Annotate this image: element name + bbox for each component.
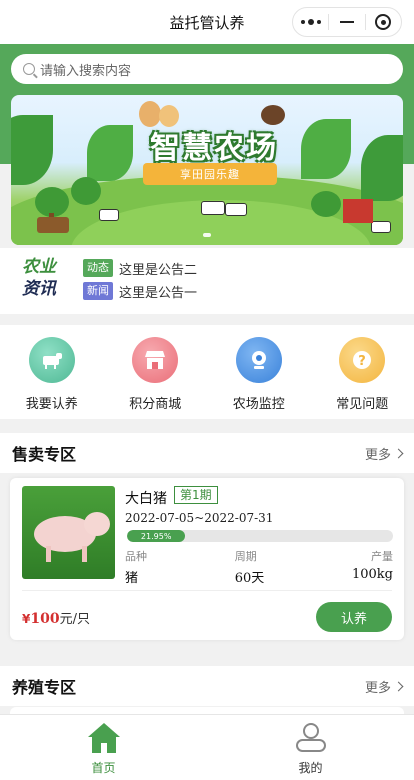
pig-illustration (84, 512, 110, 536)
spec-key: 周期 (234, 550, 257, 563)
product-price: ¥100元/只 (22, 608, 90, 627)
menu-item-adopt[interactable]: 我要认养 (0, 325, 104, 419)
breed-section-header: 养殖专区 更多 (0, 666, 414, 706)
minimize-icon[interactable] (329, 8, 364, 36)
cart-decoration (37, 217, 69, 233)
shop-icon (132, 337, 179, 383)
news-item[interactable]: 新闻 这里是公告一 (83, 281, 197, 301)
price-value: 100 (30, 611, 60, 627)
cow-icon (28, 337, 75, 383)
banner-ribbon: 享田园乐趣 (143, 163, 277, 185)
spec-breed: 品种 猪 (125, 548, 147, 586)
menu-item-label: 积分商城 (129, 397, 182, 412)
question-icon: ? (339, 337, 386, 383)
adopt-button[interactable]: 认养 (316, 602, 392, 632)
page-title: 益托管认养 (169, 13, 245, 32)
banner-carousel[interactable]: 智慧农场 享田园乐趣 (11, 95, 403, 245)
menu-item-faq[interactable]: ? 常见问题 (311, 325, 414, 419)
banner-indicator (203, 233, 211, 237)
navigation-bar: 益托管认养 (0, 0, 414, 44)
more-link[interactable]: 更多 (364, 444, 404, 463)
target-close-icon[interactable] (366, 8, 401, 36)
menu-item-monitor[interactable]: 农场监控 (207, 325, 311, 419)
tree-decoration (71, 177, 101, 205)
home-icon (87, 723, 120, 753)
leaf-decoration (11, 115, 53, 185)
product-date-range: 2022-07-05~2022-07-31 (125, 511, 274, 525)
news-logo: 农业 资讯 (22, 256, 70, 300)
progress-fill: 21.95% (127, 530, 186, 542)
more-dots-icon[interactable] (293, 8, 328, 36)
news-text: 这里是公告二 (119, 262, 198, 278)
pig-illustration (46, 546, 51, 562)
news-logo-line1: 农业 (22, 257, 56, 277)
mini-program-capsule (292, 7, 402, 37)
barn-decoration (343, 199, 373, 223)
leaf-decoration (301, 119, 351, 179)
more-label: 更多 (364, 680, 391, 696)
banner-ribbon-text: 享田园乐趣 (180, 168, 240, 181)
news-text: 这里是公告一 (119, 285, 198, 301)
menu-item-label: 我要认养 (25, 397, 78, 412)
news-item[interactable]: 动态 这里是公告二 (83, 258, 197, 278)
menu-item-label: 农场监控 (232, 397, 285, 412)
svg-text:?: ? (358, 354, 366, 369)
news-tag: 动态 (83, 259, 113, 277)
product-name: 大白猪 (125, 491, 167, 507)
tab-bar: 首页 我的 (0, 714, 414, 780)
banner-headline: 智慧农场 (150, 131, 278, 166)
cow-decoration (371, 221, 391, 233)
search-input[interactable]: 请输入搜索内容 (11, 54, 403, 84)
cow-decoration (225, 203, 247, 216)
spec-cycle: 周期 60天 (235, 548, 265, 586)
tab-home[interactable]: 首页 (0, 715, 207, 780)
tab-profile[interactable]: 我的 (207, 715, 414, 780)
camera-icon (235, 337, 282, 383)
chevron-right-icon (393, 681, 404, 691)
quick-menu: 我要认养 积分商城 农场监控 ? 常见问题 (0, 325, 414, 419)
price-unit: 元/只 (59, 612, 90, 627)
chevron-right-icon (393, 448, 404, 458)
menu-item-label: 常见问题 (336, 397, 389, 412)
more-link[interactable]: 更多 (364, 677, 404, 696)
tab-label: 首页 (91, 761, 116, 775)
news-ticker: 农业 资讯 动态 这里是公告二 新闻 这里是公告一 (0, 248, 414, 314)
spec-value: 100kg (351, 567, 393, 582)
news-tag: 新闻 (83, 282, 113, 300)
section-title: 售卖专区 (12, 445, 77, 464)
spec-yield: 产量 100kg (352, 548, 393, 586)
spec-key: 品种 (125, 550, 147, 563)
cow-decoration (201, 201, 225, 215)
card-divider (22, 590, 392, 591)
app-page: 益托管认养 请输入搜索内容 智慧农场 享田园乐趣 农业 资讯 动态 这里是公告二… (0, 0, 414, 780)
more-label: 更多 (364, 447, 391, 463)
news-logo-line2: 资讯 (22, 279, 56, 299)
progress-label: 21.95% (140, 531, 172, 541)
search-placeholder: 请输入搜索内容 (40, 63, 132, 79)
spec-key: 产量 (371, 550, 393, 563)
profile-icon (295, 723, 327, 753)
pig-illustration (82, 546, 87, 562)
search-icon (23, 63, 35, 75)
spec-value: 60天 (234, 571, 265, 586)
tree-decoration (311, 191, 341, 217)
spec-value: 猪 (125, 571, 139, 586)
section-title: 养殖专区 (12, 678, 77, 697)
cow-decoration (99, 209, 119, 221)
progress-bar: 21.95% (127, 530, 393, 542)
product-image (22, 486, 115, 579)
leaf-decoration (87, 125, 133, 181)
menu-item-mall[interactable]: 积分商城 (104, 325, 208, 419)
product-card[interactable]: 大白猪 第1期 2022-07-05~2022-07-31 21.95% 品种 … (10, 478, 404, 640)
sale-section-header: 售卖专区 更多 (0, 433, 414, 473)
tab-label: 我的 (298, 761, 323, 775)
product-specs: 品种 猪 周期 60天 产量 100kg (125, 548, 393, 586)
mushroom-decoration (261, 105, 285, 125)
period-badge: 第1期 (174, 486, 218, 504)
leaf-decoration (361, 135, 403, 201)
